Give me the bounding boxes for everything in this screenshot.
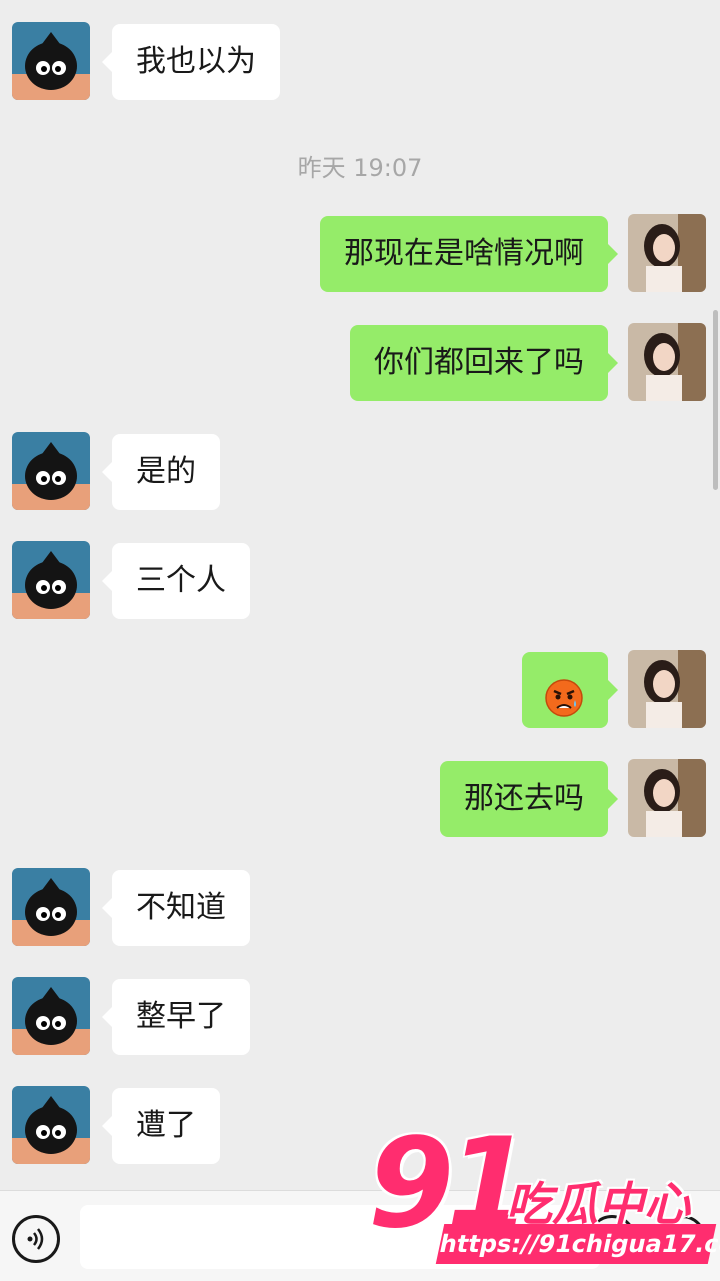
message-bubble[interactable]: 我也以为	[102, 24, 280, 100]
user-avatar[interactable]	[628, 323, 706, 401]
message-row: 不知道	[0, 868, 720, 948]
message-row: 那现在是啥情况啊	[0, 214, 720, 294]
message-row: 整早了	[0, 977, 720, 1057]
contact-avatar[interactable]	[12, 22, 90, 100]
user-avatar[interactable]	[628, 759, 706, 837]
timestamp: 昨天 19:07	[297, 154, 423, 182]
contact-avatar[interactable]	[12, 432, 90, 510]
message-row: 你们都回来了吗	[0, 323, 720, 403]
message-bubble[interactable]: 三个人	[102, 543, 250, 619]
watermark: 91 吃瓜中心 https://91chigua17.com	[368, 1122, 720, 1268]
message-bubble[interactable]: 遭了	[102, 1088, 220, 1164]
message-row	[0, 650, 720, 730]
message-bubble[interactable]: 不知道	[102, 870, 250, 946]
chat-area: 我也以为 昨天 19:07 那现在是啥情况啊 你们都回来了吗 是的 三个人 那还…	[0, 0, 720, 1190]
message-bubble[interactable]: 那现在是啥情况啊	[320, 216, 618, 292]
message-row: 是的	[0, 432, 720, 512]
contact-avatar[interactable]	[12, 1086, 90, 1164]
message-bubble[interactable]: 那还去吗	[440, 761, 618, 837]
contact-avatar[interactable]	[12, 868, 90, 946]
user-avatar[interactable]	[628, 650, 706, 728]
message-row: 那还去吗	[0, 759, 720, 839]
contact-avatar[interactable]	[12, 541, 90, 619]
sad-face-icon	[544, 671, 584, 747]
scrollbar[interactable]	[713, 310, 718, 490]
user-avatar[interactable]	[628, 214, 706, 292]
voice-icon[interactable]	[12, 1215, 60, 1263]
emoji-message-bubble[interactable]	[522, 652, 618, 728]
message-bubble[interactable]: 你们都回来了吗	[350, 325, 618, 401]
message-row: 我也以为	[0, 22, 720, 102]
message-row: 三个人	[0, 541, 720, 621]
message-bubble[interactable]: 整早了	[102, 979, 250, 1055]
contact-avatar[interactable]	[12, 977, 90, 1055]
message-bubble[interactable]: 是的	[102, 434, 220, 510]
watermark-url: https://91chigua17.com	[435, 1224, 720, 1264]
